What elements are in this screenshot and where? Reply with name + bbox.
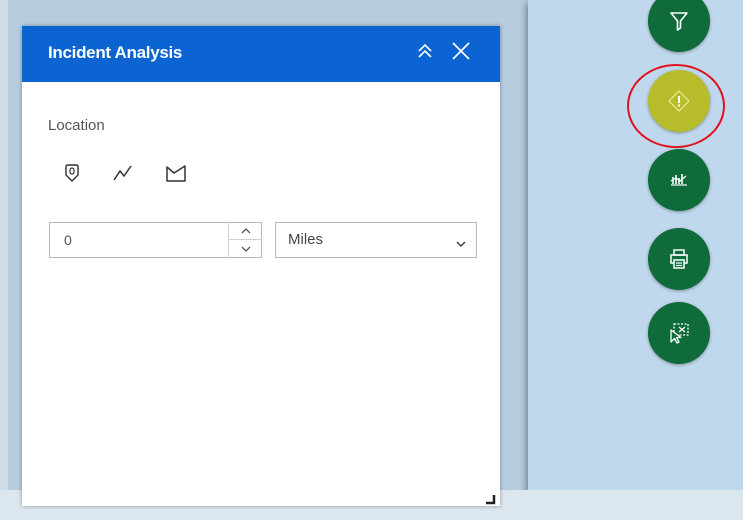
select-button[interactable] xyxy=(648,302,710,364)
caret-up-icon xyxy=(241,227,250,233)
polyline-icon xyxy=(112,163,134,188)
caret-down-icon xyxy=(241,246,250,252)
double-chevron-up-icon xyxy=(416,43,434,64)
polygon-icon xyxy=(165,163,187,188)
collapse-button[interactable] xyxy=(412,40,438,66)
resize-handle[interactable] xyxy=(486,492,496,505)
incident-analysis-panel: Incident Analysis Location 0 Miles xyxy=(22,26,500,506)
incident-analysis-icon xyxy=(667,89,691,113)
panel-header: Incident Analysis xyxy=(22,26,500,82)
map-view[interactable] xyxy=(528,0,743,490)
distance-stepper[interactable] xyxy=(228,222,262,258)
filter-icon xyxy=(669,10,689,32)
close-icon xyxy=(451,41,471,66)
units-select[interactable]: Miles xyxy=(275,222,477,258)
step-up-button[interactable] xyxy=(229,222,262,240)
point-pin-icon xyxy=(64,163,80,188)
units-selected: Miles xyxy=(288,231,324,248)
print-icon xyxy=(668,247,690,271)
location-label: Location xyxy=(48,117,105,134)
incident-analysis-button[interactable] xyxy=(648,70,710,132)
distance-value: 0 xyxy=(64,232,72,248)
print-button[interactable] xyxy=(648,228,710,290)
step-down-button[interactable] xyxy=(229,240,262,257)
background-strip xyxy=(0,0,8,520)
chart-icon xyxy=(668,169,690,191)
chart-button[interactable] xyxy=(648,149,710,211)
chevron-down-icon xyxy=(456,235,466,253)
select-icon xyxy=(667,321,691,345)
panel-title: Incident Analysis xyxy=(48,43,183,62)
draw-polyline-button[interactable] xyxy=(112,164,134,186)
close-button[interactable] xyxy=(448,40,474,66)
draw-point-button[interactable] xyxy=(61,163,83,188)
draw-polygon-button[interactable] xyxy=(165,164,187,186)
